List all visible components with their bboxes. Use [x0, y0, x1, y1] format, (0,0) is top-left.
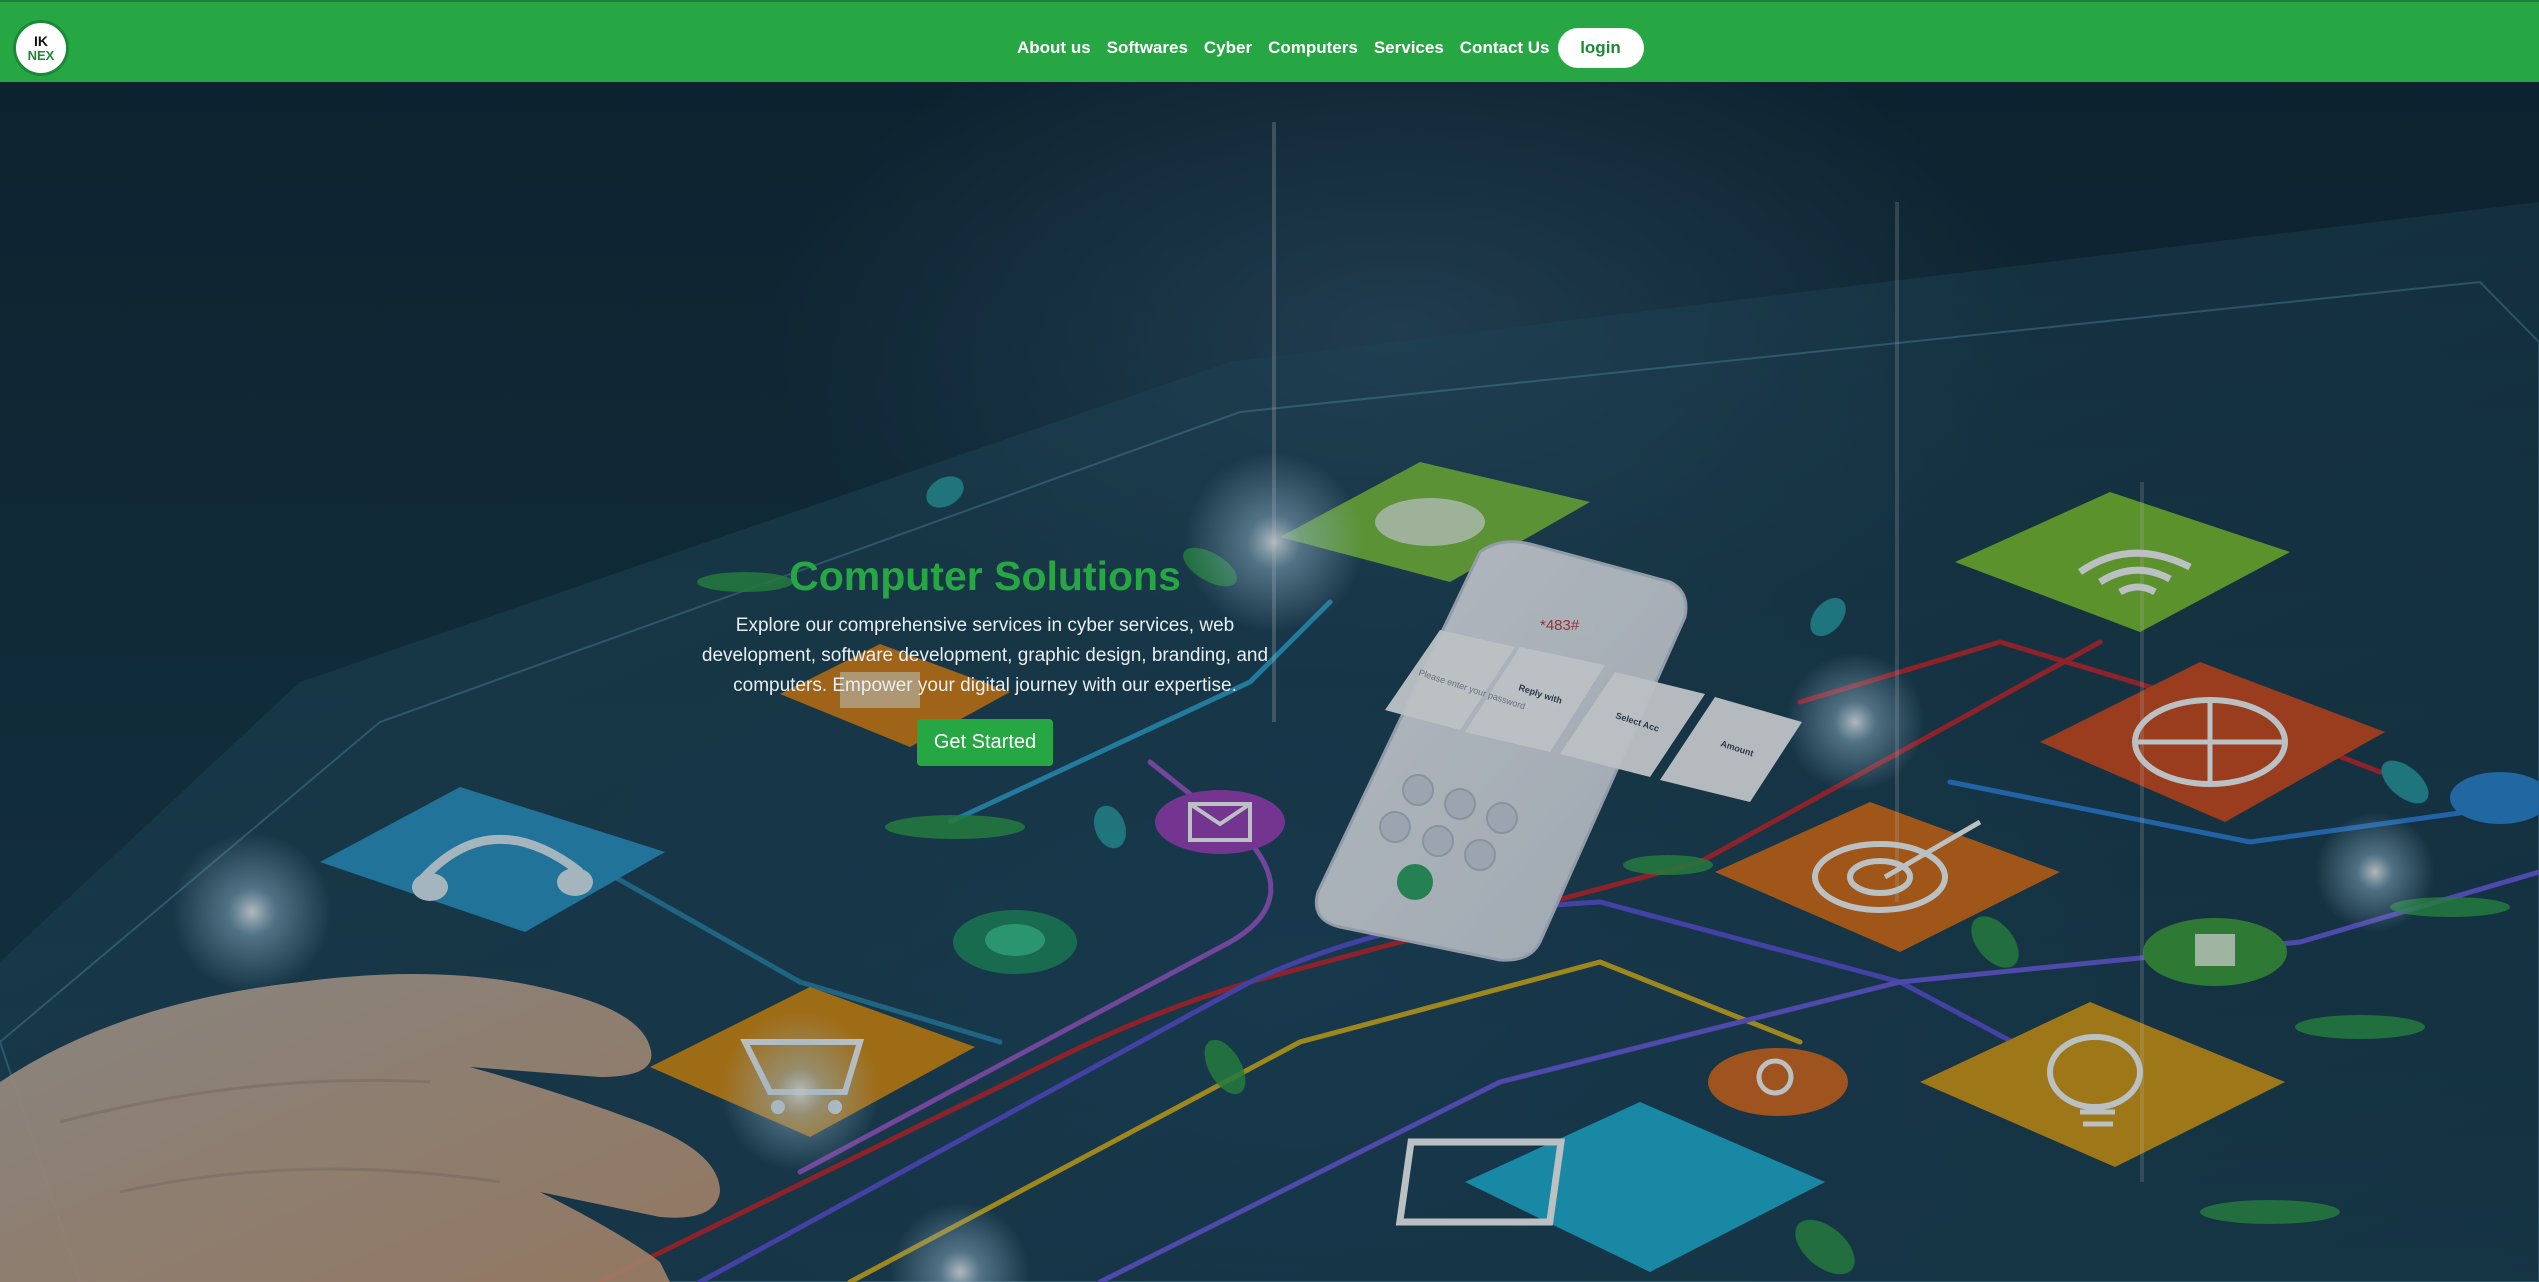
nav-link-services[interactable]: Services — [1374, 38, 1444, 58]
logo-text-top: IK — [34, 33, 48, 49]
nav-links: About us Softwares Cyber Computers Servi… — [1017, 28, 1644, 68]
hero-title: Computer Solutions — [789, 553, 1181, 599]
hero-section: *483# Please enter your password Reply w… — [0, 82, 2539, 1282]
logo-text-bottom: NEX — [27, 48, 55, 63]
nav-link-computers[interactable]: Computers — [1268, 38, 1358, 58]
hero-content: Computer Solutions Explore our comprehen… — [700, 552, 1270, 767]
nav-link-contact-us[interactable]: Contact Us — [1460, 38, 1550, 58]
hero-description: Explore our comprehensive services in cy… — [701, 615, 1269, 697]
top-navbar: IK NEX About us Softwares Cyber Computer… — [0, 0, 2539, 82]
login-button[interactable]: login — [1557, 28, 1644, 68]
brand-logo[interactable]: IK NEX — [13, 20, 69, 76]
nav-link-about-us[interactable]: About us — [1017, 38, 1091, 58]
nav-link-softwares[interactable]: Softwares — [1107, 38, 1188, 58]
get-started-button[interactable]: Get Started — [916, 719, 1054, 767]
nav-link-cyber[interactable]: Cyber — [1204, 38, 1252, 58]
